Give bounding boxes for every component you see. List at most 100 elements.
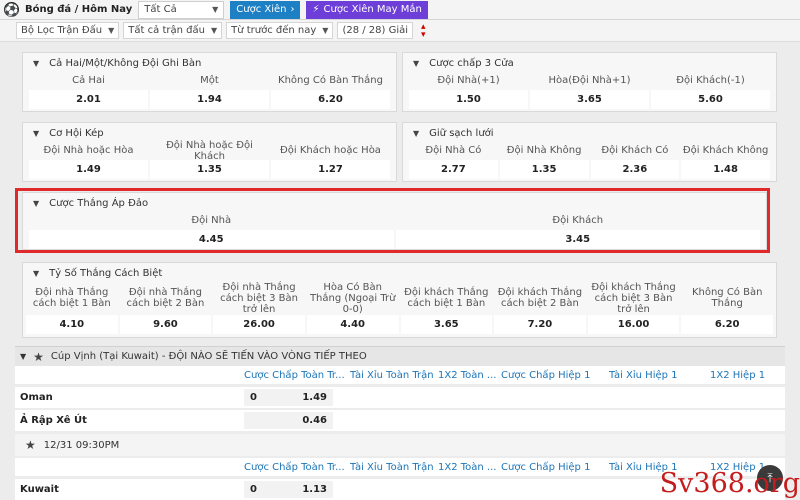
odds-button[interactable]: 9.60: [119, 315, 212, 334]
market-title: Cơ Hội Kép: [49, 127, 104, 139]
odds-button[interactable]: 1.35: [150, 160, 269, 179]
odds-button[interactable]: 1.35: [499, 160, 589, 179]
match-time-row: ★ 12/31 09:30PM: [15, 434, 785, 456]
parlay-label: Cược Xiên: [236, 4, 287, 15]
odds-button[interactable]: 7.20: [494, 315, 586, 334]
odds-label: Đội nhà Thắng cách biệt 1 Bàn: [32, 287, 111, 309]
odds-value: 1.49: [302, 392, 327, 403]
odds-label: Không Có Bàn Thắng: [278, 75, 383, 86]
away-team-name: Ả Rập Xê Út: [20, 415, 87, 426]
odds-label: Đội nhà Thắng cách biệt 3 Bàn trở lên: [220, 281, 298, 315]
sort-arrows-icon[interactable]: ▴ ▾: [421, 22, 426, 39]
odds-button[interactable]: 16.00: [587, 315, 680, 334]
odds-button[interactable]: 5.60: [651, 90, 770, 109]
odds-option: Đội Nhà hoặc Đội Khách 1.35: [150, 139, 269, 179]
parlay-button[interactable]: Cược Xiên ›: [230, 0, 301, 19]
market-header[interactable]: ▼ Cả Hai/Một/Không Đội Ghi Bàn: [23, 53, 396, 73]
odds-button[interactable]: 6.20: [681, 315, 773, 334]
market-double-chance: ▼ Cơ Hội Kép Đội Nhà hoặc Hòa 1.49 Đội Nhà…: [22, 122, 397, 182]
lucky-parlay-button[interactable]: ⚡ Cược Xiên May Mắn: [306, 0, 428, 19]
odds-option: Đội khách Thắng cách biệt 3 Bàn trở lên 1…: [587, 282, 680, 334]
odds-label: Đội Khách hoặc Hòa: [280, 145, 381, 156]
odds-option: Đội nhà Thắng cách biệt 1 Bàn 4.10: [26, 283, 118, 334]
match-filter-select[interactable]: Bộ Lọc Trận Đấu ▼: [16, 22, 120, 39]
odds-label: Đội Nhà hoặc Đội Khách: [166, 139, 253, 162]
chevron-down-icon: ▼: [33, 128, 40, 138]
handicap-odds-button[interactable]: 0 1.49: [244, 389, 333, 406]
col-header-handicap-h1: Cược Chấp Hiệp 1: [501, 369, 591, 381]
odds-value: 1.13: [302, 484, 327, 495]
league-count-button[interactable]: (28 / 28) Giải: [337, 22, 414, 39]
odds-button[interactable]: 2.36: [590, 160, 680, 179]
odds-button[interactable]: 4.10: [26, 315, 118, 334]
odds-button[interactable]: 1.94: [150, 90, 269, 109]
odds-button[interactable]: 2.01: [29, 90, 148, 109]
chevron-down-icon: ▼: [212, 5, 219, 14]
odds-option: Cả Hai 2.01: [29, 73, 148, 109]
odds-button[interactable]: 4.40: [306, 315, 399, 334]
sort-label: Từ trước đến nay: [231, 25, 317, 36]
odds-option: Đội Khách Có 2.36: [590, 143, 680, 179]
col-header-1x2: 1X2 Toàn ...: [438, 369, 497, 381]
match-time: 12/31 09:30PM: [43, 439, 120, 451]
sort-select[interactable]: Từ trước đến nay ▼: [226, 22, 334, 39]
odds-label: Đội Nhà hoặc Hòa: [43, 145, 134, 156]
chevron-down-icon: ▼: [413, 58, 420, 68]
chevron-down-icon: ▼: [108, 26, 115, 35]
odds-option: Hòa Có Bàn Thắng (Ngoại Trừ 0-0) 4.40: [306, 281, 399, 334]
match-filter-label: Bộ Lọc Trận Đấu: [21, 25, 103, 36]
odds-label: Đội Khách Không: [682, 145, 769, 156]
col-header-handicap: Cược Chấp Toàn Tr...: [244, 369, 345, 381]
market-header[interactable]: ▼ Cược chấp 3 Cửa: [403, 53, 776, 73]
handicap-value: 0: [250, 484, 257, 495]
watermark: Sv368.org: [659, 468, 800, 499]
odds-label: Đội Nhà(+1): [437, 75, 500, 86]
bet-type-select[interactable]: Tất Cả ▼: [138, 0, 225, 19]
odds-button[interactable]: 1.49: [29, 160, 148, 179]
chevron-down-icon: ▼: [33, 58, 40, 68]
chevron-down-icon: ▼: [20, 352, 27, 361]
market-header[interactable]: ▼ Giữ sạch lưới: [403, 123, 776, 143]
odds-button[interactable]: 3.65: [400, 315, 493, 334]
odds-label: Đội Khách(-1): [676, 75, 745, 86]
star-icon[interactable]: ★: [25, 438, 36, 452]
handicap-odds-button[interactable]: 0.46: [244, 412, 333, 429]
lucky-parlay-label: Cược Xiên May Mắn: [323, 4, 422, 15]
odds-button[interactable]: 2.77: [409, 160, 498, 179]
col-header-over-under: Tài Xỉu Toàn Trận: [350, 369, 434, 381]
all-matches-select[interactable]: Tất cả trận đấu ▼: [123, 22, 223, 39]
odds-label: Đội Nhà Không: [506, 145, 582, 156]
odds-button[interactable]: 6.20: [271, 90, 390, 109]
highlight-frame: [15, 188, 770, 253]
market-3way-handicap: ▼ Cược chấp 3 Cửa Đội Nhà(+1) 1.50 Hòa(Đội…: [402, 52, 777, 112]
handicap-value: 0: [250, 392, 257, 403]
filter-bar: Bộ Lọc Trận Đấu ▼ Tất cả trận đấu ▼ Từ trư…: [0, 20, 800, 42]
odds-button[interactable]: 1.27: [271, 160, 390, 179]
league-count-label: (28 / 28) Giải: [342, 25, 409, 36]
col-header-over-under-h1: Tài Xỉu Hiệp 1: [609, 369, 678, 381]
odds-option: Đội Nhà Không 1.35: [499, 143, 589, 179]
league-header[interactable]: ▼ ★ Cúp Vịnh (Tại Kuwait) - ĐỘI NÀO SẼ T…: [15, 346, 785, 366]
odds-button[interactable]: 3.65: [530, 90, 649, 109]
odds-option: Một 1.94: [150, 73, 269, 109]
odds-button[interactable]: 1.48: [681, 160, 770, 179]
odds-option: Hòa(Đội Nhà+1) 3.65: [530, 73, 649, 109]
market-header[interactable]: ▼ Tỷ Số Thắng Cách Biệt: [23, 263, 776, 283]
odds-option: Đội Nhà hoặc Hòa 1.49: [29, 143, 148, 179]
odds-option: Đội nhà Thắng cách biệt 3 Bàn trở lên 26.…: [213, 281, 305, 334]
page-title: Bóng đá / Hôm Nay: [25, 4, 133, 15]
col-header-handicap: Cược Chấp Toàn Tr...: [244, 461, 345, 473]
odds-option: Không Có Bàn Thắng 6.20: [271, 73, 390, 109]
odds-option: Đội Khách(-1) 5.60: [651, 73, 770, 109]
odds-button[interactable]: 26.00: [213, 315, 305, 334]
chevron-right-icon: ›: [290, 4, 295, 15]
odds-option: Đội khách Thắng cách biệt 2 Bàn 7.20: [494, 283, 586, 334]
odds-label: Đội nhà Thắng cách biệt 2 Bàn: [126, 287, 205, 309]
odds-label: Đội khách Thắng cách biệt 2 Bàn: [497, 287, 583, 309]
odds-label: Hòa Có Bàn Thắng (Ngoại Trừ 0-0): [309, 281, 396, 315]
odds-button[interactable]: 1.50: [409, 90, 528, 109]
col-header-1x2: 1X2 Toàn ...: [438, 461, 497, 473]
col-header-handicap-h1: Cược Chấp Hiệp 1: [501, 461, 591, 473]
handicap-odds-button[interactable]: 0 1.13: [244, 481, 333, 498]
star-icon[interactable]: ★: [33, 350, 44, 364]
